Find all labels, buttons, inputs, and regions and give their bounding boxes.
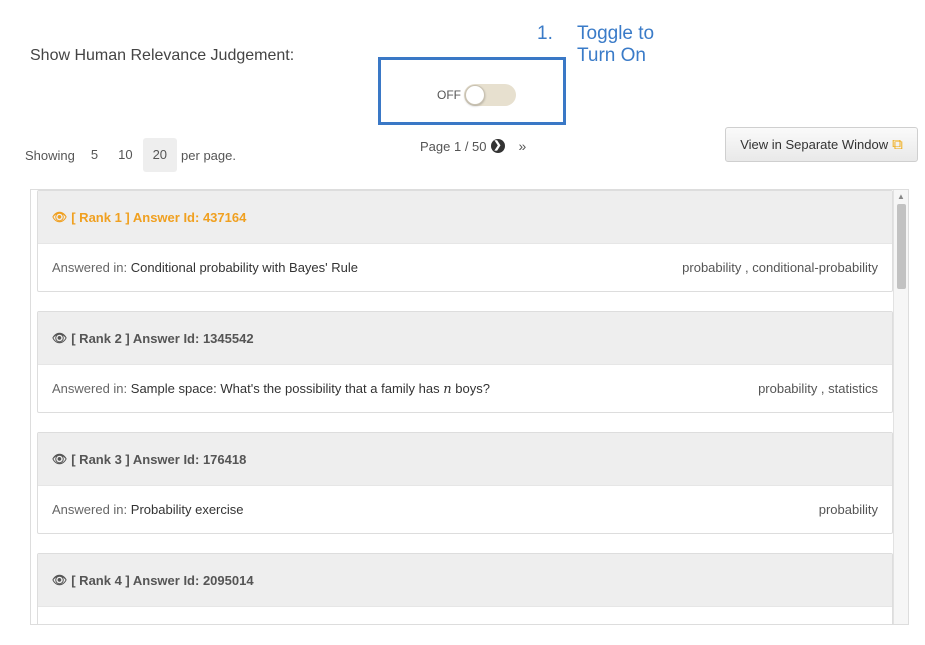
scroll-thumb[interactable] xyxy=(897,204,906,289)
annotation-line-1: Toggle to xyxy=(577,23,655,44)
answered-in-text: Answered in: Probability exercise xyxy=(52,502,244,517)
scroll-up-arrow-icon[interactable]: ▲ xyxy=(897,192,905,201)
question-link[interactable]: Sample space: What's the possibility tha… xyxy=(131,381,490,397)
annotation-line-2: Turn On xyxy=(577,45,646,66)
result-card-body: Answered in: Probability exercise probab… xyxy=(38,485,892,533)
pager: Page 1 / 50 ❯ » xyxy=(420,138,526,154)
per-page-option-20[interactable]: 20 xyxy=(142,138,178,172)
annotation-number: 1. xyxy=(537,23,553,44)
result-tags: probability xyxy=(818,502,878,517)
view-separate-window-label: View in Separate Window xyxy=(740,137,889,152)
double-chevron-right-icon[interactable]: » xyxy=(519,138,527,154)
eye-icon: 👁 xyxy=(52,210,68,224)
results-scrollbar[interactable]: ▲ xyxy=(893,190,908,624)
result-card: 👁 [ Rank 2 ] Answer Id: 1345542 Answered… xyxy=(37,311,893,413)
result-card-body xyxy=(38,606,892,624)
result-title[interactable]: [ Rank 2 ] Answer Id: 1345542 xyxy=(71,331,253,346)
result-card: 👁 [ Rank 4 ] Answer Id: 2095014 xyxy=(37,553,893,624)
result-tags: probability , conditional-probability xyxy=(682,260,878,275)
question-link[interactable]: Conditional probability with Bayes' Rule xyxy=(131,260,358,275)
result-tags: probability , statistics xyxy=(758,381,878,396)
relevance-toggle[interactable]: OFF xyxy=(437,84,516,106)
result-card-header[interactable]: 👁 [ Rank 2 ] Answer Id: 1345542 xyxy=(38,312,892,364)
next-circle-icon[interactable]: ❯ xyxy=(490,139,505,153)
eye-icon: 👁 xyxy=(52,452,68,466)
result-card-body: Answered in: Sample space: What's the po… xyxy=(38,364,892,412)
result-title[interactable]: [ Rank 4 ] Answer Id: 2095014 xyxy=(71,573,253,588)
result-title[interactable]: [ Rank 3 ] Answer Id: 176418 xyxy=(71,452,246,467)
answered-in-text: Answered in: Sample space: What's the po… xyxy=(52,380,490,397)
results-list[interactable]: 👁 [ Rank 1 ] Answer Id: 437164 Answered … xyxy=(30,189,909,625)
eye-icon: 👁 xyxy=(52,331,68,345)
show-judgement-label: Show Human Relevance Judgement: xyxy=(30,47,295,64)
result-card-body: Answered in: Conditional probability wit… xyxy=(38,243,892,291)
answered-in-text: Answered in: Conditional probability wit… xyxy=(52,260,358,275)
per-page-selector: Showing 5 10 20 per page. xyxy=(25,138,236,172)
result-card-header[interactable]: 👁 [ Rank 4 ] Answer Id: 2095014 xyxy=(38,554,892,606)
toggle-knob[interactable] xyxy=(465,85,485,105)
result-card: 👁 [ Rank 3 ] Answer Id: 176418 Answered … xyxy=(37,432,893,534)
per-page-option-10[interactable]: 10 xyxy=(108,138,142,172)
toggle-switch[interactable] xyxy=(464,84,516,106)
result-card-header[interactable]: 👁 [ Rank 1 ] Answer Id: 437164 xyxy=(38,191,892,243)
showing-label: Showing xyxy=(25,147,75,163)
per-page-label: per page. xyxy=(181,147,236,163)
result-title[interactable]: [ Rank 1 ] Answer Id: 437164 xyxy=(71,210,246,225)
result-card: 👁 [ Rank 1 ] Answer Id: 437164 Answered … xyxy=(37,190,893,292)
eye-icon: 👁 xyxy=(52,573,68,587)
question-link[interactable]: Probability exercise xyxy=(131,502,244,517)
external-window-icon: ⧉ xyxy=(892,136,903,153)
result-card-header[interactable]: 👁 [ Rank 3 ] Answer Id: 176418 xyxy=(38,433,892,485)
per-page-option-5[interactable]: 5 xyxy=(81,138,108,172)
view-separate-window-button[interactable]: View in Separate Window ⧉ xyxy=(725,127,918,162)
toggle-state-label: OFF xyxy=(437,88,461,102)
page-indicator: Page 1 / 50 xyxy=(420,138,487,154)
